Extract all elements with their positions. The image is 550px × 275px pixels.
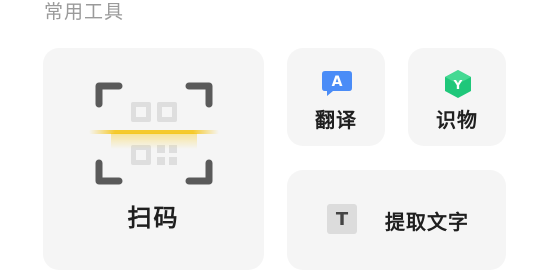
scan-label: 扫码 bbox=[127, 204, 180, 232]
translate-label: 翻译 bbox=[315, 108, 357, 132]
object-recognition-icon: Y bbox=[445, 70, 471, 98]
extract-text-tool-tile[interactable]: T 提取文字 bbox=[287, 170, 506, 270]
recognize-label: 识物 bbox=[436, 108, 478, 132]
scan-tool-tile[interactable]: 扫码 bbox=[43, 48, 264, 270]
translate-icon: A bbox=[322, 71, 352, 96]
recognize-tool-tile[interactable]: Y 识物 bbox=[408, 48, 506, 146]
section-title: 常用工具 bbox=[44, 1, 125, 23]
text-extract-icon: T bbox=[327, 204, 357, 234]
translate-tool-tile[interactable]: A 翻译 bbox=[287, 48, 385, 146]
qr-scan-icon bbox=[89, 82, 219, 185]
translate-icon-letter: A bbox=[332, 74, 343, 90]
recognize-icon-letter: Y bbox=[453, 78, 463, 92]
extract-text-label: 提取文字 bbox=[385, 210, 469, 234]
